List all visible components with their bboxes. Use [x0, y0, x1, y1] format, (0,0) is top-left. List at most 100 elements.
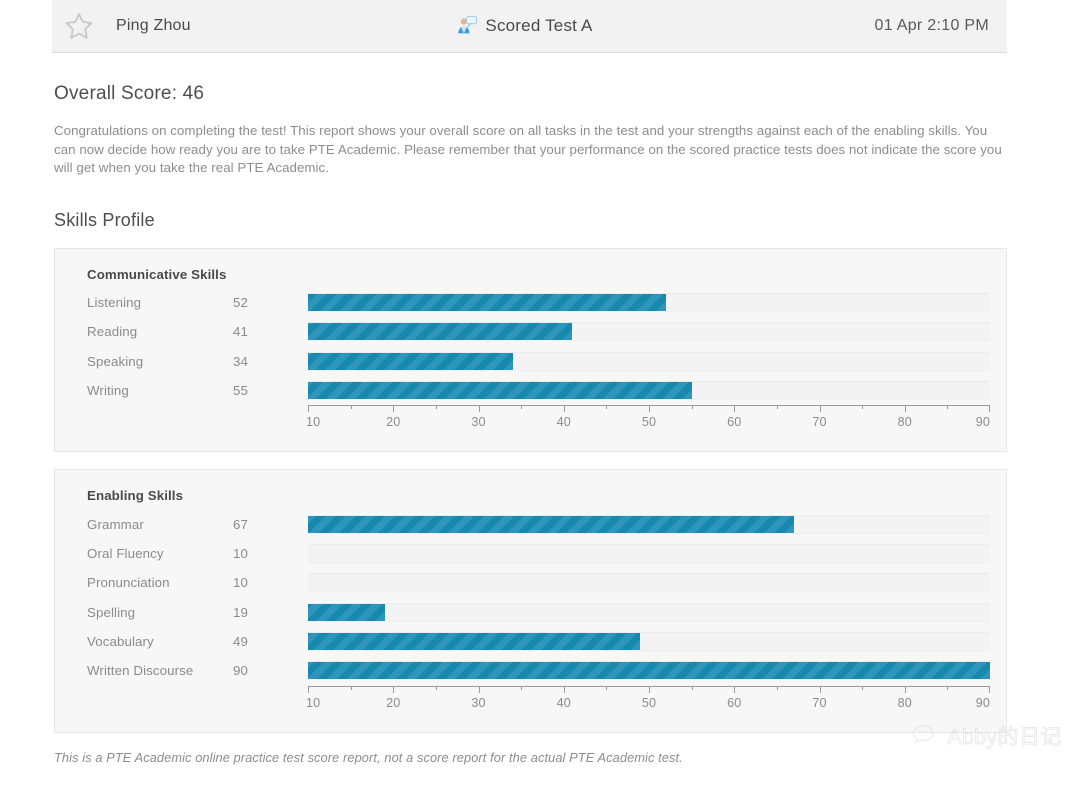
axis-tick-minor: [435, 685, 437, 690]
skill-row: Written Discourse 90: [71, 656, 990, 685]
star-outline-icon[interactable]: [64, 11, 94, 41]
axis-tick-label: 50: [641, 695, 657, 710]
skill-score: 41: [233, 324, 248, 340]
footer-disclaimer: This is a PTE Academic online practice t…: [54, 749, 683, 765]
overall-score-heading: Overall Score: 46: [54, 83, 205, 104]
skill-row: Speaking 34: [71, 347, 990, 376]
intro-paragraph: Congratulations on completing the test! …: [54, 123, 1002, 176]
axis-tick-major: [393, 405, 395, 413]
skill-label: Listening: [87, 294, 142, 310]
skill-label: Reading: [87, 324, 138, 340]
axis-tick-minor: [606, 405, 608, 410]
skill-score: 49: [233, 634, 248, 650]
communicative-skills-panel: Communicative Skills Listening 52 Reading 4…: [54, 247, 1007, 453]
axis-tick-minor: [947, 685, 949, 690]
axis-tick-minor: [350, 405, 352, 410]
axis-tick-label: 80: [897, 695, 912, 710]
axis-tick-label: 70: [812, 415, 827, 430]
skill-score: 34: [233, 353, 248, 369]
user-name: Ping Zhou: [116, 17, 191, 34]
skill-bar-track: [308, 322, 990, 342]
axis-tick-major: [308, 685, 309, 693]
axis-tick-major: [478, 405, 480, 413]
skill-score: 19: [233, 604, 248, 620]
axis-tick-minor: [862, 685, 864, 690]
skill-score: 67: [233, 516, 248, 532]
skills-profile-heading: Skills Profile: [54, 209, 155, 230]
axis-tick-label: 20: [386, 415, 401, 430]
skill-row: Pronunciation 10: [71, 568, 990, 597]
test-name: Scored Test A: [485, 16, 593, 35]
axis-tick-major: [563, 405, 565, 413]
axis-tick-label: 90: [975, 415, 990, 430]
skill-score: 10: [233, 575, 248, 591]
axis-tick-major: [819, 685, 821, 693]
skill-row: Reading 41: [71, 317, 990, 346]
communicative-skills-rows: Listening 52 Reading 41 Speaking 34 Writing 55: [71, 288, 990, 406]
axis-tick-label: 80: [897, 415, 912, 430]
skill-bar-track: [308, 573, 990, 593]
axis-tick-minor: [350, 685, 352, 690]
axis-tick-major: [734, 685, 736, 693]
skill-label: Grammar: [87, 516, 144, 532]
skill-bar-track: [308, 351, 990, 371]
axis-tick-label: 30: [471, 695, 486, 710]
axis-tick-label: 10: [306, 415, 321, 430]
axis-tick-major: [819, 405, 821, 413]
axis-tick-label: 10: [306, 695, 321, 710]
skill-bar-track: [308, 632, 990, 652]
skill-bar-track: [308, 292, 990, 312]
axis-tick-label: 50: [641, 415, 657, 430]
header-center-group: Scored Test A: [302, 15, 747, 37]
report-content: Overall Score: 46 Congratulations on com…: [54, 53, 1007, 765]
skill-bar-fill: [308, 662, 990, 680]
axis-tick-major: [563, 685, 565, 693]
skill-bar-fill: [308, 323, 573, 341]
skill-row: Grammar 67: [71, 509, 990, 538]
skill-bar-fill: [308, 382, 692, 400]
axis-tick-major: [649, 685, 650, 693]
axis-tick-major: [904, 405, 906, 413]
skill-row: Vocabulary 49: [71, 627, 990, 656]
enabling-skills-axis: 10 20 30 40 50 60 70 80 90: [306, 685, 990, 720]
axis-tick-label: 60: [727, 415, 742, 430]
skill-bar-fill: [308, 515, 794, 533]
skill-bar-track: [308, 381, 990, 401]
axis-tick-major: [649, 405, 650, 413]
skill-bar-fill: [308, 603, 385, 621]
skill-label: Written Discourse: [87, 663, 194, 679]
enabling-skills-rows: Grammar 67 Oral Fluency 10 Pronunciation 10 Sp…: [71, 509, 990, 685]
report-header: Ping Zhou Scored Test A 01 Apr 2:10 PM: [52, 0, 1007, 53]
axis-tick-major: [308, 405, 309, 413]
axis-tick-major: [904, 685, 906, 693]
skill-label: Speaking: [87, 353, 144, 369]
axis-tick-label: 30: [471, 415, 486, 430]
axis-tick-minor: [776, 405, 778, 410]
axis-tick-minor: [435, 405, 437, 410]
skill-bar-fill: [308, 352, 513, 370]
axis-tick-major: [393, 685, 395, 693]
axis-tick-label: 70: [812, 695, 827, 710]
axis-tick-label: 40: [556, 415, 571, 430]
skill-score: 10: [233, 545, 248, 561]
enabling-skills-title: Enabling Skills: [87, 488, 184, 504]
axis-tick-minor: [691, 405, 693, 410]
skill-label: Vocabulary: [87, 634, 154, 650]
report-timestamp: 01 Apr 2:10 PM: [874, 17, 989, 34]
enabling-skills-panel: Enabling Skills Grammar 67 Oral Fluency 10 P…: [54, 469, 1007, 733]
axis-tick-major: [478, 685, 480, 693]
axis-tick-minor: [947, 405, 949, 410]
communicative-skills-axis: 10 20 30 40 50 60 70 80 90: [306, 405, 990, 439]
axis-tick-label: 60: [727, 695, 742, 710]
skill-row: Listening 52: [71, 288, 990, 317]
skill-bar-track: [308, 543, 990, 563]
skill-label: Writing: [87, 383, 129, 399]
skill-bar-fill: [308, 633, 641, 651]
skill-row: Spelling 19: [71, 598, 990, 627]
communicative-skills-title: Communicative Skills: [87, 266, 227, 282]
axis-tick-minor: [521, 685, 523, 690]
skill-bar-track: [308, 661, 990, 681]
axis-tick-label: 40: [556, 695, 571, 710]
axis-tick-minor: [691, 685, 693, 690]
skill-label: Pronunciation: [87, 575, 170, 591]
